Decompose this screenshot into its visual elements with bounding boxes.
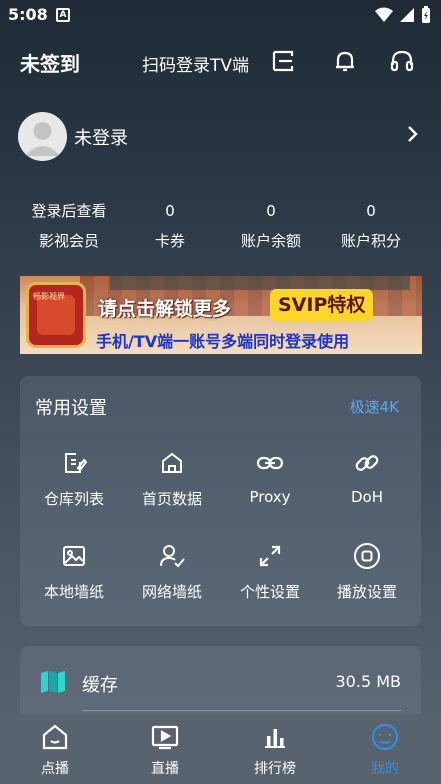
settings-item-network-wallpaper[interactable]: 网络墙纸 — [123, 539, 221, 619]
stat-points[interactable]: 0 账户积分 — [321, 196, 421, 251]
status-time: 5:08 — [8, 5, 48, 24]
nav-tab-mine[interactable]: 我的 — [345, 722, 425, 778]
settings-item-repo-list[interactable]: 仓库列表 — [25, 446, 123, 526]
stat-balance[interactable]: 0 账户余额 — [221, 196, 321, 251]
nav-tab-ranking[interactable]: 排行榜 — [235, 722, 315, 778]
stat-value: 登录后查看 — [31, 202, 107, 220]
svip-banner[interactable]: 畅影视界 请点击解锁更多 SVIP特权 手机/TV端一账号多端同时登录使用 — [20, 276, 422, 354]
link-icon — [256, 456, 284, 470]
cache-label: 缓存 — [82, 675, 118, 696]
stat-value: 0 — [266, 202, 276, 220]
svip-tag: SVIP特权 — [270, 289, 374, 321]
nav-tab-live[interactable]: 直播 — [125, 722, 205, 778]
bell-icon[interactable] — [328, 44, 362, 78]
badge-text: 畅影视界 — [33, 292, 65, 301]
stat-coupons[interactable]: 0 卡券 — [120, 196, 220, 251]
status-bar: 5:08 A — [0, 0, 441, 30]
notification-a-icon: A — [56, 8, 70, 22]
banner-subline: 手机/TV端一账号多端同时登录使用 — [96, 332, 350, 351]
nav-label: 直播 — [151, 761, 179, 777]
account-stats: 登录后查看 影视会员 0 卡券 0 账户余额 0 账户积分 — [0, 196, 441, 266]
top-bar: 未签到 扫码登录TV端 — [0, 38, 441, 84]
nav-label: 点播 — [41, 761, 69, 777]
stat-label: 账户积分 — [340, 232, 401, 250]
avatar[interactable] — [18, 112, 67, 161]
settings-item-label: 网络墙纸 — [141, 583, 202, 601]
card-title: 常用设置 — [35, 398, 107, 419]
bar-chart-icon — [265, 729, 285, 748]
settings-item-label: 个性设置 — [239, 583, 300, 601]
chain-icon — [355, 455, 379, 471]
cache-size: 30.5 MB — [335, 672, 402, 691]
settings-item-personalize[interactable]: 个性设置 — [221, 539, 319, 619]
wifi-icon — [375, 7, 393, 22]
nav-label: 排行榜 — [254, 761, 296, 777]
stat-membership[interactable]: 登录后查看 影视会员 — [19, 196, 119, 251]
nav-label: 我的 — [371, 761, 399, 777]
settings-item-proxy[interactable]: Proxy — [221, 446, 319, 526]
profile-row[interactable]: 未登录 — [18, 110, 424, 162]
status-right-icons — [375, 5, 431, 25]
settings-item-label: 播放设置 — [336, 583, 397, 601]
settings-item-local-wallpaper[interactable]: 本地墙纸 — [25, 539, 123, 619]
scan-icon[interactable] — [266, 44, 300, 78]
speed-4k-link[interactable]: 极速4K — [350, 396, 399, 417]
home-icon — [42, 724, 68, 750]
play-icon — [151, 725, 179, 750]
settings-item-label: Proxy — [249, 488, 291, 506]
profile-name: 未登录 — [74, 128, 128, 149]
signal-icon — [400, 8, 414, 22]
user-check-icon — [160, 545, 185, 568]
sign-in-status-title[interactable]: 未签到 — [20, 48, 80, 77]
stat-label: 账户余额 — [240, 232, 301, 250]
banner-roof-art — [110, 276, 410, 290]
stat-value: 0 — [366, 202, 376, 220]
image-icon — [63, 546, 85, 566]
edit-icon — [65, 453, 87, 473]
map-icon — [41, 671, 65, 693]
settings-item-label: 本地墙纸 — [43, 583, 104, 601]
tv-login-link[interactable]: 扫码登录TV端 — [142, 51, 249, 76]
settings-item-home-data[interactable]: 首页数据 — [123, 446, 221, 526]
common-settings-card: 常用设置 极速4K 仓库列表 首页数据 Proxy DoH 本地墙纸 网络墙纸 … — [20, 376, 421, 626]
settings-item-label: 首页数据 — [141, 490, 202, 508]
home-icon — [162, 452, 182, 473]
settings-item-playback[interactable]: 播放设置 — [318, 539, 416, 619]
settings-item-label: 仓库列表 — [43, 490, 104, 508]
headset-icon[interactable] — [385, 44, 419, 78]
divider — [82, 710, 401, 711]
profile-smile-icon — [371, 723, 399, 751]
stat-label: 影视会员 — [38, 232, 99, 250]
settings-item-label: DoH — [350, 488, 383, 506]
bottom-nav: 点播 直播 排行榜 我的 — [0, 714, 441, 784]
nav-tab-vod[interactable]: 点播 — [15, 722, 95, 778]
expand-icon — [259, 545, 281, 567]
chevron-right-icon[interactable] — [406, 124, 420, 144]
settings-item-doh[interactable]: DoH — [318, 446, 416, 526]
stat-value: 0 — [165, 202, 175, 220]
battery-icon — [422, 6, 430, 23]
banner-headline: 请点击解锁更多 — [98, 298, 232, 320]
stat-label: 卡券 — [154, 232, 185, 250]
record-icon — [354, 543, 380, 569]
app-logo-badge: 畅影视界 — [26, 282, 86, 348]
